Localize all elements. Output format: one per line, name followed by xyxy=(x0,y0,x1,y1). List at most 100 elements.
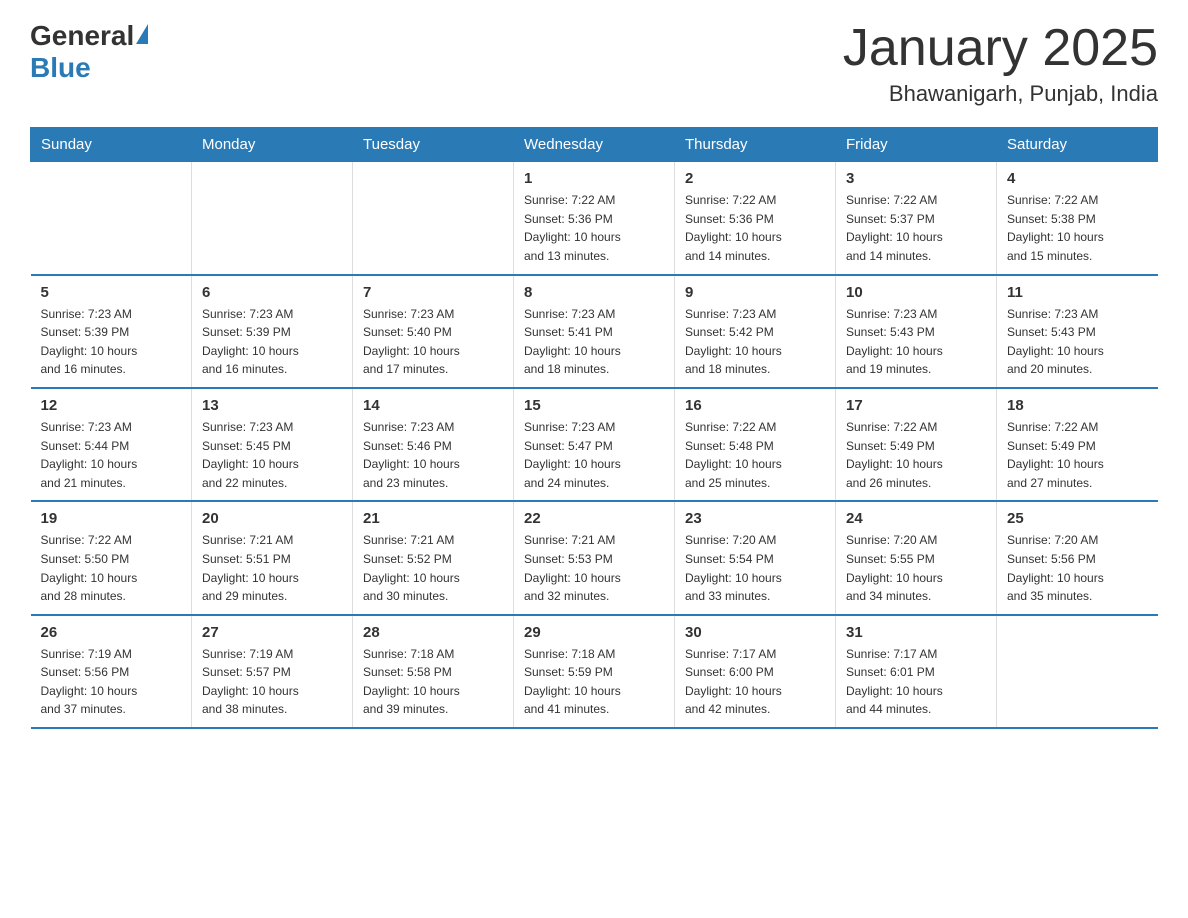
day-info: Sunrise: 7:21 AM Sunset: 5:53 PM Dayligh… xyxy=(524,531,664,605)
day-info: Sunrise: 7:22 AM Sunset: 5:37 PM Dayligh… xyxy=(846,191,986,265)
logo-general-text: General xyxy=(30,20,134,52)
day-info: Sunrise: 7:20 AM Sunset: 5:55 PM Dayligh… xyxy=(846,531,986,605)
day-info: Sunrise: 7:23 AM Sunset: 5:42 PM Dayligh… xyxy=(685,305,825,379)
calendar-cell: 20Sunrise: 7:21 AM Sunset: 5:51 PM Dayli… xyxy=(192,501,353,614)
calendar-cell: 9 Sunrise: 7:23 AM Sunset: 5:42 PM Daylig… xyxy=(675,275,836,388)
day-info: Sunrise: 7:23 AM Sunset: 5:45 PM Dayligh… xyxy=(202,418,342,492)
day-info: Sunrise: 7:19 AM Sunset: 5:56 PM Dayligh… xyxy=(41,645,182,719)
day-number: 9 xyxy=(685,284,825,301)
calendar-cell: 12Sunrise: 7:23 AM Sunset: 5:44 PM Dayli… xyxy=(31,388,192,501)
day-info: Sunrise: 7:21 AM Sunset: 5:52 PM Dayligh… xyxy=(363,531,503,605)
day-number: 29 xyxy=(524,624,664,641)
calendar-body: 1 Sunrise: 7:22 AM Sunset: 5:36 PM Daylig… xyxy=(31,162,1158,728)
day-number: 17 xyxy=(846,397,986,414)
calendar-cell: 16Sunrise: 7:22 AM Sunset: 5:48 PM Dayli… xyxy=(675,388,836,501)
day-number: 15 xyxy=(524,397,664,414)
day-info: Sunrise: 7:22 AM Sunset: 5:49 PM Dayligh… xyxy=(1007,418,1148,492)
calendar-cell: 3 Sunrise: 7:22 AM Sunset: 5:37 PM Daylig… xyxy=(836,162,997,275)
calendar-cell: 13Sunrise: 7:23 AM Sunset: 5:45 PM Dayli… xyxy=(192,388,353,501)
day-info: Sunrise: 7:21 AM Sunset: 5:51 PM Dayligh… xyxy=(202,531,342,605)
day-info: Sunrise: 7:17 AM Sunset: 6:01 PM Dayligh… xyxy=(846,645,986,719)
weekday-header-wednesday: Wednesday xyxy=(514,128,675,162)
day-number: 8 xyxy=(524,284,664,301)
day-number: 3 xyxy=(846,170,986,187)
weekday-header-saturday: Saturday xyxy=(997,128,1158,162)
day-info: Sunrise: 7:17 AM Sunset: 6:00 PM Dayligh… xyxy=(685,645,825,719)
day-info: Sunrise: 7:23 AM Sunset: 5:39 PM Dayligh… xyxy=(41,305,182,379)
calendar-cell: 26 Sunrise: 7:19 AM Sunset: 5:56 PM Dayli… xyxy=(31,615,192,728)
day-number: 7 xyxy=(363,284,503,301)
day-number: 21 xyxy=(363,510,503,527)
weekday-header-row: SundayMondayTuesdayWednesdayThursdayFrid… xyxy=(31,128,1158,162)
calendar-cell: 10 Sunrise: 7:23 AM Sunset: 5:43 PM Dayli… xyxy=(836,275,997,388)
day-info: Sunrise: 7:23 AM Sunset: 5:46 PM Dayligh… xyxy=(363,418,503,492)
day-number: 25 xyxy=(1007,510,1148,527)
day-info: Sunrise: 7:22 AM Sunset: 5:50 PM Dayligh… xyxy=(41,531,182,605)
calendar-cell: 18 Sunrise: 7:22 AM Sunset: 5:49 PM Dayli… xyxy=(997,388,1158,501)
calendar-cell: 22 Sunrise: 7:21 AM Sunset: 5:53 PM Dayli… xyxy=(514,501,675,614)
calendar-week-row: 5 Sunrise: 7:23 AM Sunset: 5:39 PM Daylig… xyxy=(31,275,1158,388)
logo-triangle-icon xyxy=(136,24,148,44)
calendar-week-row: 26 Sunrise: 7:19 AM Sunset: 5:56 PM Dayli… xyxy=(31,615,1158,728)
location-text: Bhawanigarh, Punjab, India xyxy=(843,81,1158,107)
page-header: General Blue January 2025 Bhawanigarh, P… xyxy=(30,20,1158,107)
day-number: 19 xyxy=(41,510,182,527)
day-info: Sunrise: 7:19 AM Sunset: 5:57 PM Dayligh… xyxy=(202,645,342,719)
day-number: 2 xyxy=(685,170,825,187)
calendar-cell xyxy=(31,162,192,275)
day-info: Sunrise: 7:22 AM Sunset: 5:49 PM Dayligh… xyxy=(846,418,986,492)
calendar-cell: 8 Sunrise: 7:23 AM Sunset: 5:41 PM Daylig… xyxy=(514,275,675,388)
day-number: 18 xyxy=(1007,397,1148,414)
calendar-cell xyxy=(997,615,1158,728)
calendar-cell: 7 Sunrise: 7:23 AM Sunset: 5:40 PM Daylig… xyxy=(353,275,514,388)
calendar-header: SundayMondayTuesdayWednesdayThursdayFrid… xyxy=(31,128,1158,162)
calendar-cell: 17 Sunrise: 7:22 AM Sunset: 5:49 PM Dayli… xyxy=(836,388,997,501)
day-info: Sunrise: 7:22 AM Sunset: 5:48 PM Dayligh… xyxy=(685,418,825,492)
day-number: 1 xyxy=(524,170,664,187)
day-number: 27 xyxy=(202,624,342,641)
weekday-header-monday: Monday xyxy=(192,128,353,162)
day-number: 28 xyxy=(363,624,503,641)
calendar-cell: 25Sunrise: 7:20 AM Sunset: 5:56 PM Dayli… xyxy=(997,501,1158,614)
day-info: Sunrise: 7:22 AM Sunset: 5:38 PM Dayligh… xyxy=(1007,191,1148,265)
month-title: January 2025 xyxy=(843,20,1158,77)
day-info: Sunrise: 7:23 AM Sunset: 5:47 PM Dayligh… xyxy=(524,418,664,492)
day-number: 30 xyxy=(685,624,825,641)
calendar-cell: 6Sunrise: 7:23 AM Sunset: 5:39 PM Daylig… xyxy=(192,275,353,388)
day-info: Sunrise: 7:20 AM Sunset: 5:54 PM Dayligh… xyxy=(685,531,825,605)
day-info: Sunrise: 7:22 AM Sunset: 5:36 PM Dayligh… xyxy=(524,191,664,265)
day-number: 10 xyxy=(846,284,986,301)
calendar-week-row: 1 Sunrise: 7:22 AM Sunset: 5:36 PM Daylig… xyxy=(31,162,1158,275)
calendar-cell: 29Sunrise: 7:18 AM Sunset: 5:59 PM Dayli… xyxy=(514,615,675,728)
day-info: Sunrise: 7:23 AM Sunset: 5:43 PM Dayligh… xyxy=(1007,305,1148,379)
day-number: 4 xyxy=(1007,170,1148,187)
calendar-cell xyxy=(192,162,353,275)
calendar-week-row: 12Sunrise: 7:23 AM Sunset: 5:44 PM Dayli… xyxy=(31,388,1158,501)
day-number: 22 xyxy=(524,510,664,527)
calendar-cell: 4 Sunrise: 7:22 AM Sunset: 5:38 PM Daylig… xyxy=(997,162,1158,275)
day-info: Sunrise: 7:22 AM Sunset: 5:36 PM Dayligh… xyxy=(685,191,825,265)
day-number: 11 xyxy=(1007,284,1148,301)
day-number: 23 xyxy=(685,510,825,527)
weekday-header-tuesday: Tuesday xyxy=(353,128,514,162)
weekday-header-thursday: Thursday xyxy=(675,128,836,162)
day-number: 26 xyxy=(41,624,182,641)
logo: General Blue xyxy=(30,20,148,84)
calendar-cell: 31 Sunrise: 7:17 AM Sunset: 6:01 PM Dayli… xyxy=(836,615,997,728)
calendar-cell: 27 Sunrise: 7:19 AM Sunset: 5:57 PM Dayli… xyxy=(192,615,353,728)
day-info: Sunrise: 7:23 AM Sunset: 5:39 PM Dayligh… xyxy=(202,305,342,379)
day-info: Sunrise: 7:23 AM Sunset: 5:41 PM Dayligh… xyxy=(524,305,664,379)
calendar-cell: 1 Sunrise: 7:22 AM Sunset: 5:36 PM Daylig… xyxy=(514,162,675,275)
calendar-cell: 21 Sunrise: 7:21 AM Sunset: 5:52 PM Dayli… xyxy=(353,501,514,614)
logo-blue-text: Blue xyxy=(30,52,91,84)
calendar-cell: 19 Sunrise: 7:22 AM Sunset: 5:50 PM Dayli… xyxy=(31,501,192,614)
day-info: Sunrise: 7:23 AM Sunset: 5:43 PM Dayligh… xyxy=(846,305,986,379)
calendar-cell: 5 Sunrise: 7:23 AM Sunset: 5:39 PM Daylig… xyxy=(31,275,192,388)
day-number: 5 xyxy=(41,284,182,301)
weekday-header-friday: Friday xyxy=(836,128,997,162)
day-info: Sunrise: 7:23 AM Sunset: 5:44 PM Dayligh… xyxy=(41,418,182,492)
calendar-cell: 23 Sunrise: 7:20 AM Sunset: 5:54 PM Dayli… xyxy=(675,501,836,614)
day-number: 31 xyxy=(846,624,986,641)
calendar-cell: 15 Sunrise: 7:23 AM Sunset: 5:47 PM Dayli… xyxy=(514,388,675,501)
day-info: Sunrise: 7:23 AM Sunset: 5:40 PM Dayligh… xyxy=(363,305,503,379)
